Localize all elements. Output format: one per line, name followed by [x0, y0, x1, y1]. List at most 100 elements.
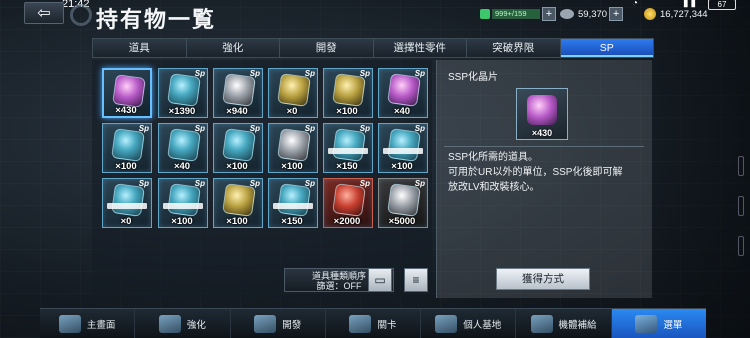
sp-emblem-icon — [387, 73, 421, 107]
description-line: 可用於UR以外的單位，SSP化後即可解 — [448, 167, 623, 178]
sort-button[interactable]: ▭ — [368, 268, 392, 292]
item-count: ×150 — [281, 216, 303, 227]
item-slot[interactable]: Sp ×2000 — [323, 178, 373, 228]
credits-resource: 59,370 + — [560, 6, 640, 22]
sort-icon: ▭ — [374, 273, 386, 287]
tab-limit-break[interactable]: 突破界限 — [467, 39, 561, 57]
nav-menu[interactable]: 選單 — [611, 309, 706, 338]
side-button[interactable] — [738, 196, 744, 216]
nav-label: 主畫面 — [86, 319, 116, 331]
nav-label: 個人基地 — [463, 319, 502, 331]
back-button[interactable]: ⇦ — [24, 2, 64, 24]
item-count: ×100 — [171, 216, 193, 227]
sp-emblem-icon — [222, 73, 256, 107]
item-slot[interactable]: Sp ×0 — [268, 68, 318, 118]
stamina-bar: 999+/159 — [492, 9, 540, 19]
back-arrow-icon: ⇦ — [37, 5, 51, 22]
credits-value: 59,370 — [578, 8, 608, 20]
item-count: ×100 — [226, 161, 248, 172]
description-line: SSP化所需的道具。 — [448, 152, 539, 163]
item-count: ×100 — [281, 161, 303, 172]
item-count: ×40 — [393, 106, 411, 117]
item-slot[interactable]: ×430 — [102, 68, 152, 118]
item-slot[interactable]: Sp ×5000 — [378, 178, 428, 228]
item-slot[interactable]: Sp ×100 — [158, 178, 208, 228]
filter-button[interactable]: ≡ — [404, 268, 428, 292]
nav-enhance[interactable]: 強化 — [135, 309, 231, 338]
item-count: ×0 — [120, 216, 132, 227]
menu-icon — [635, 314, 658, 333]
add-stamina-button[interactable]: + — [542, 7, 556, 21]
sp-emblem-icon — [277, 183, 311, 217]
sp-emblem-icon — [332, 73, 366, 107]
item-label-strip — [328, 148, 368, 154]
tab-optional-parts[interactable]: 選擇性零件 — [374, 39, 467, 57]
item-slot[interactable]: Sp ×40 — [158, 123, 208, 173]
nav-stage[interactable]: 關卡 — [326, 309, 422, 338]
sp-emblem-icon — [277, 73, 311, 107]
item-count: ×1390 — [168, 106, 196, 117]
item-slot[interactable]: Sp ×40 — [378, 68, 428, 118]
side-button[interactable] — [738, 156, 744, 176]
item-slot[interactable]: Sp ×0 — [102, 178, 152, 228]
item-slot[interactable]: Sp ×100 — [378, 123, 428, 173]
nav-label: 強化 — [186, 319, 206, 331]
stamina-resource: 999+/159 + — [480, 6, 570, 22]
ssp-chip-icon — [527, 95, 557, 125]
item-slot[interactable]: Sp ×1390 — [158, 68, 208, 118]
item-slot[interactable]: Sp ×150 — [268, 178, 318, 228]
stamina-value: 999+/159 — [495, 9, 527, 18]
nav-supply[interactable]: 機體補給 — [516, 309, 612, 338]
item-slot[interactable]: Sp ×150 — [323, 123, 373, 173]
sp-emblem-icon — [387, 183, 421, 217]
gold-coin-icon — [644, 8, 656, 20]
divider — [444, 146, 644, 147]
tab-enhance[interactable]: 強化 — [187, 39, 280, 57]
page-title: 持有物一覧 — [96, 7, 217, 32]
nav-label: 開發 — [282, 319, 302, 331]
sp-emblem-icon — [167, 128, 201, 162]
tab-sp[interactable]: SP — [560, 39, 653, 57]
item-count: ×100 — [226, 216, 248, 227]
nav-personal-base[interactable]: 個人基地 — [421, 309, 517, 338]
sp-emblem-icon — [111, 183, 145, 217]
tab-develop[interactable]: 開發 — [280, 39, 374, 57]
nav-develop[interactable]: 開發 — [231, 309, 326, 338]
sp-emblem-icon — [222, 128, 256, 162]
item-label-strip — [107, 203, 147, 209]
bottom-nav: 主畫面 強化 開發 關卡 個人基地 機體補給 選單 — [40, 308, 706, 338]
add-credits-button[interactable]: + — [609, 7, 624, 21]
item-slot[interactable]: Sp ×100 — [102, 123, 152, 173]
sp-emblem-icon — [277, 128, 311, 162]
item-slot[interactable]: Sp ×100 — [213, 178, 263, 228]
item-count: ×40 — [173, 161, 191, 172]
filter-list-icon: ≡ — [412, 273, 420, 287]
item-slot[interactable]: Sp ×100 — [323, 68, 373, 118]
acquisition-method-button[interactable]: 獲得方式 — [496, 268, 590, 290]
item-slot[interactable]: Sp ×100 — [213, 123, 263, 173]
detail-item-icon: ×430 — [516, 88, 568, 140]
home-icon — [58, 314, 81, 333]
side-button[interactable] — [738, 236, 744, 256]
category-tabs: 道具 強化 開發 選擇性零件 突破界限 SP — [92, 38, 654, 58]
item-count: ×100 — [391, 161, 413, 172]
nav-label: 選單 — [663, 319, 683, 331]
item-slot[interactable]: Sp ×940 — [213, 68, 263, 118]
item-label-strip — [383, 148, 423, 154]
gear-icon — [70, 4, 92, 26]
item-count: ×100 — [336, 106, 358, 117]
base-icon — [435, 314, 458, 333]
gold-resource: 16,727,344 — [644, 6, 750, 22]
detail-description: SSP化所需的道具。 可用於UR以外的單位，SSP化後即可解 放改LV和改裝核心… — [448, 150, 648, 195]
tab-items[interactable]: 道具 — [93, 39, 187, 57]
sp-emblem-icon — [387, 128, 421, 162]
item-count: ×100 — [115, 161, 137, 172]
item-label-strip — [163, 203, 203, 209]
nav-home[interactable]: 主畫面 — [40, 309, 136, 338]
nav-label: 機體補給 — [558, 319, 597, 331]
item-count: ×940 — [226, 106, 248, 117]
sp-emblem-icon — [167, 73, 201, 107]
item-slot[interactable]: Sp ×100 — [268, 123, 318, 173]
sp-emblem-icon — [332, 128, 366, 162]
description-line: 放改LV和改裝核心。 — [448, 182, 540, 193]
